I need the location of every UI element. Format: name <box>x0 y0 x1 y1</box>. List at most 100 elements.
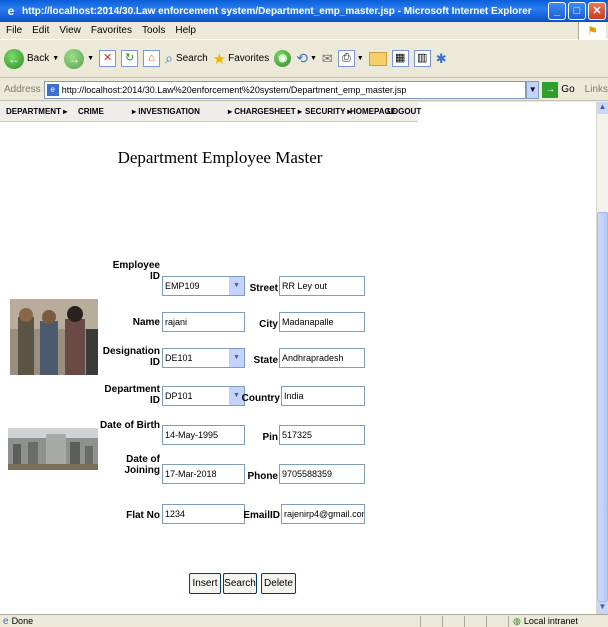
history-dropdown-icon: ▼ <box>309 55 317 62</box>
menu-bar: File Edit View Favorites Tools Help ⚑ <box>0 22 608 40</box>
designation-id-label: Designation ID <box>102 346 160 368</box>
nav-menu: DEPARTMENT ▸ CRIME ▸ INVESTIGATION ▸ CHA… <box>0 102 421 122</box>
media-icon: ◉ <box>274 50 292 67</box>
forward-button[interactable]: → ▼ <box>64 48 95 69</box>
history-icon: ⟲ <box>296 50 308 66</box>
status-bar: e Done ◍ Local intranet <box>0 614 608 627</box>
scroll-thumb[interactable] <box>597 212 608 602</box>
menu-file[interactable]: File <box>6 25 22 36</box>
insert-button[interactable]: Insert <box>189 573 221 594</box>
mail-icon: ✉ <box>321 50 333 66</box>
address-bar: Address e http://localhost:2014/30.Law%2… <box>0 79 608 101</box>
window-title: http://localhost:2014/30.Law enforcement… <box>22 5 532 17</box>
print-icon: ⎙ <box>337 50 355 67</box>
browser-window: e http://localhost:2014/30.Law enforceme… <box>0 0 608 627</box>
go-button[interactable]: → Go <box>542 81 575 98</box>
menu-view[interactable]: View <box>59 25 81 36</box>
stop-button[interactable]: ✕ <box>99 50 117 67</box>
city-field[interactable]: Madanapalle <box>279 312 365 332</box>
search-icon: ⌕ <box>165 50 173 66</box>
name-label: Name <box>132 317 160 328</box>
media-button[interactable]: ◉ <box>274 50 292 67</box>
research-icon: ▦ <box>391 50 409 67</box>
address-label: Address <box>4 84 41 95</box>
page-viewport: DEPARTMENT ▸ CRIME ▸ INVESTIGATION ▸ CHA… <box>0 102 596 614</box>
back-button[interactable]: ← Back ▼ <box>4 48 60 69</box>
address-input[interactable]: e http://localhost:2014/30.Law%20enforce… <box>43 80 527 99</box>
title-bar: e http://localhost:2014/30.Law enforceme… <box>0 0 608 22</box>
messenger-button[interactable]: ▥ <box>413 50 431 67</box>
nav-chargesheet[interactable]: ▸ CHARGESHEET ▸ <box>228 107 302 116</box>
tool-button[interactable]: ✱ <box>436 51 447 67</box>
scroll-up-icon[interactable]: ▲ <box>597 102 608 114</box>
history-button[interactable]: ⟲ ▼ <box>296 50 317 67</box>
city-label: City <box>259 319 278 330</box>
employee-id-value: EMP109 <box>165 281 200 291</box>
mail-button[interactable]: ✉ <box>322 51 333 67</box>
country-field[interactable]: India <box>281 386 365 406</box>
nav-security[interactable]: SECURITY ▸ <box>305 107 352 116</box>
intranet-icon: ◍ <box>513 615 521 626</box>
doj-label: Date of Joining <box>124 454 160 476</box>
menu-favorites[interactable]: Favorites <box>91 25 132 36</box>
page-title: Department Employee Master <box>117 148 323 167</box>
address-url: http://localhost:2014/30.Law%20enforceme… <box>61 84 407 95</box>
back-dropdown-icon: ▼ <box>52 55 60 62</box>
employee-id-label: Employee ID <box>112 260 160 282</box>
pin-label: Pin <box>262 432 278 443</box>
street-label: Street <box>249 283 278 294</box>
minimize-button[interactable]: _ <box>548 2 566 20</box>
folder-icon <box>368 51 387 66</box>
nav-department[interactable]: DEPARTMENT ▸ <box>6 107 67 116</box>
search-label: Search <box>175 53 208 64</box>
vertical-scrollbar[interactable]: ▲ ▼ <box>596 102 608 614</box>
building-photo <box>8 428 98 470</box>
email-field[interactable]: rajenirp4@gmail.com <box>281 504 365 524</box>
search-button[interactable]: Search <box>223 573 257 594</box>
delete-button[interactable]: Delete <box>261 573 296 594</box>
home-icon: ⌂ <box>143 50 161 67</box>
home-button[interactable]: ⌂ <box>143 50 161 67</box>
close-button[interactable]: ✕ <box>588 2 606 20</box>
designation-id-value: DE101 <box>165 353 193 363</box>
nav-logout[interactable]: LOGOUT <box>387 107 421 116</box>
scroll-down-icon[interactable]: ▼ <box>597 602 608 614</box>
stop-icon: ✕ <box>99 50 117 67</box>
refresh-icon: ↻ <box>121 50 139 67</box>
research-button[interactable]: ▦ <box>391 50 409 67</box>
refresh-button[interactable]: ↻ <box>121 50 139 67</box>
phone-field[interactable]: 9705588359 <box>279 464 365 484</box>
menu-edit[interactable]: Edit <box>32 25 49 36</box>
favorites-star-icon: ★ <box>212 50 227 68</box>
nav-investigation[interactable]: ▸ INVESTIGATION <box>132 107 200 116</box>
go-arrow-icon: → <box>542 81 559 98</box>
menu-help[interactable]: Help <box>175 25 196 36</box>
street-field[interactable]: RR Ley out <box>279 276 365 296</box>
email-label: EmailID <box>243 510 280 521</box>
flat-no-field[interactable]: 1234 <box>162 504 245 524</box>
favorites-label: Favorites <box>228 53 270 64</box>
back-arrow-icon: ← <box>4 48 24 69</box>
favorites-button[interactable]: ★ Favorites <box>213 50 270 68</box>
forward-dropdown-icon: ▼ <box>87 55 95 62</box>
department-id-value: DP101 <box>165 391 193 401</box>
dob-label: Date of Birth <box>100 420 160 431</box>
menu-tools[interactable]: Tools <box>142 25 165 36</box>
status-text: Done <box>11 616 34 626</box>
state-field[interactable]: Andhrapradesh <box>279 348 365 368</box>
forward-arrow-icon: → <box>64 48 85 69</box>
folder-button[interactable] <box>368 51 387 66</box>
links-button[interactable]: Links <box>585 84 608 95</box>
pin-field[interactable]: 517325 <box>279 425 365 445</box>
phone-label: Phone <box>247 471 278 482</box>
windows-logo-icon: ⚑ <box>578 22 606 40</box>
print-dropdown-icon: ▼ <box>356 55 364 62</box>
state-label: State <box>253 355 278 366</box>
page-icon: e <box>46 83 59 96</box>
search-button[interactable]: ⌕ Search <box>165 50 208 67</box>
nav-crime[interactable]: CRIME <box>78 107 104 116</box>
print-button[interactable]: ⎙ ▼ <box>337 50 364 67</box>
tool-icon: ✱ <box>435 50 447 66</box>
maximize-button[interactable]: □ <box>568 2 586 20</box>
address-dropdown-button[interactable]: ▼ <box>526 80 540 99</box>
